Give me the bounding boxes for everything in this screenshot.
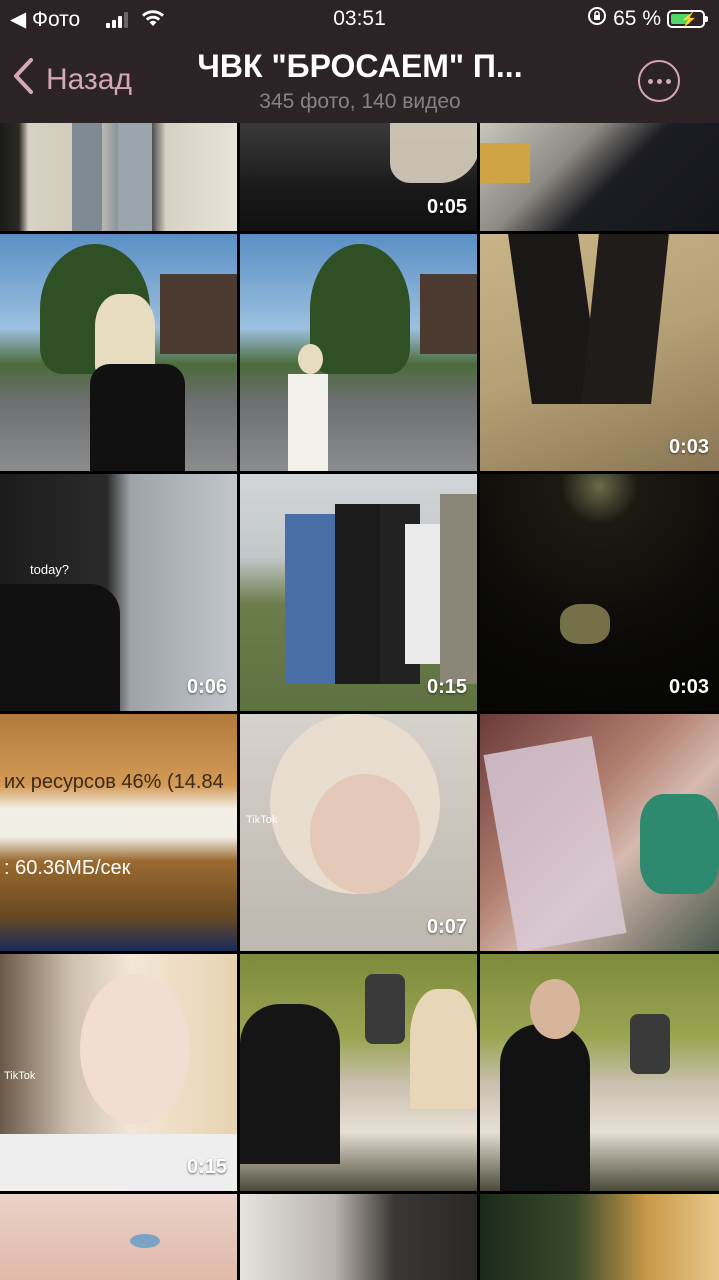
wifi-icon <box>140 8 166 34</box>
more-options-button[interactable] <box>638 60 680 102</box>
tiktok-watermark: TikTok <box>246 814 278 826</box>
battery-icon: ⚡ <box>667 10 708 28</box>
media-grid: 0:05 0:03 today? 0:06 0:15 0:03 их ресур… <box>0 123 719 1280</box>
video-duration: 0:05 <box>426 196 467 218</box>
battery-percent: 65 % <box>613 7 661 30</box>
media-thumbnail[interactable] <box>480 954 719 1191</box>
media-thumbnail[interactable]: 0:15 <box>240 474 477 711</box>
media-thumbnail[interactable]: 0:03 <box>480 474 719 711</box>
media-thumbnail[interactable]: их ресурсов 46% (14.84 : 60.36МБ/сек <box>0 714 237 951</box>
media-thumbnail[interactable]: 0:03 <box>480 234 719 471</box>
tiktok-watermark: TikTok <box>4 1070 36 1082</box>
more-dot-icon <box>647 78 653 84</box>
overlay-caption: today? <box>30 562 70 577</box>
video-duration: 0:03 <box>668 676 709 698</box>
video-duration: 0:03 <box>668 436 709 458</box>
top-bar: ◀ Фото 03:51 65 % ⚡ Назад ЧВК "БРОСАЕМ" … <box>0 0 719 123</box>
media-thumbnail[interactable] <box>240 954 477 1191</box>
media-thumbnail[interactable] <box>0 234 237 471</box>
rotation-lock-icon <box>587 6 607 32</box>
page-title: ЧВК "БРОСАЕМ" П... <box>197 48 523 84</box>
cellular-signal-icon <box>100 10 128 34</box>
media-thumbnail[interactable] <box>0 123 237 231</box>
back-label: Назад <box>46 63 132 96</box>
back-button[interactable]: Назад <box>12 58 132 102</box>
video-duration: 0:15 <box>426 676 467 698</box>
media-thumbnail[interactable]: TikTok 0:15 <box>0 954 237 1191</box>
video-duration: 0:15 <box>186 1156 227 1178</box>
page-subtitle: 345 фото, 140 видео <box>259 90 461 113</box>
media-thumbnail[interactable] <box>0 1194 237 1280</box>
media-thumbnail[interactable]: TikTok 0:07 <box>240 714 477 951</box>
media-thumbnail[interactable] <box>240 234 477 471</box>
media-thumbnail[interactable] <box>480 714 719 951</box>
chevron-left-icon <box>12 57 34 103</box>
media-thumbnail[interactable] <box>480 123 719 231</box>
status-right: 65 % ⚡ <box>587 6 708 32</box>
media-thumbnail[interactable] <box>240 1194 477 1280</box>
status-back-app[interactable]: ◀ Фото <box>10 7 80 32</box>
overlay-text-line-2: : 60.36МБ/сек <box>4 857 131 879</box>
status-bar: ◀ Фото 03:51 65 % ⚡ <box>0 0 719 40</box>
video-duration: 0:07 <box>426 916 467 938</box>
overlay-text-line-1: их ресурсов 46% (14.84 <box>4 771 224 793</box>
media-thumbnail[interactable]: 0:05 <box>240 123 477 231</box>
media-thumbnail[interactable] <box>480 1194 719 1280</box>
video-duration: 0:06 <box>186 676 227 698</box>
media-thumbnail[interactable]: today? 0:06 <box>0 474 237 711</box>
